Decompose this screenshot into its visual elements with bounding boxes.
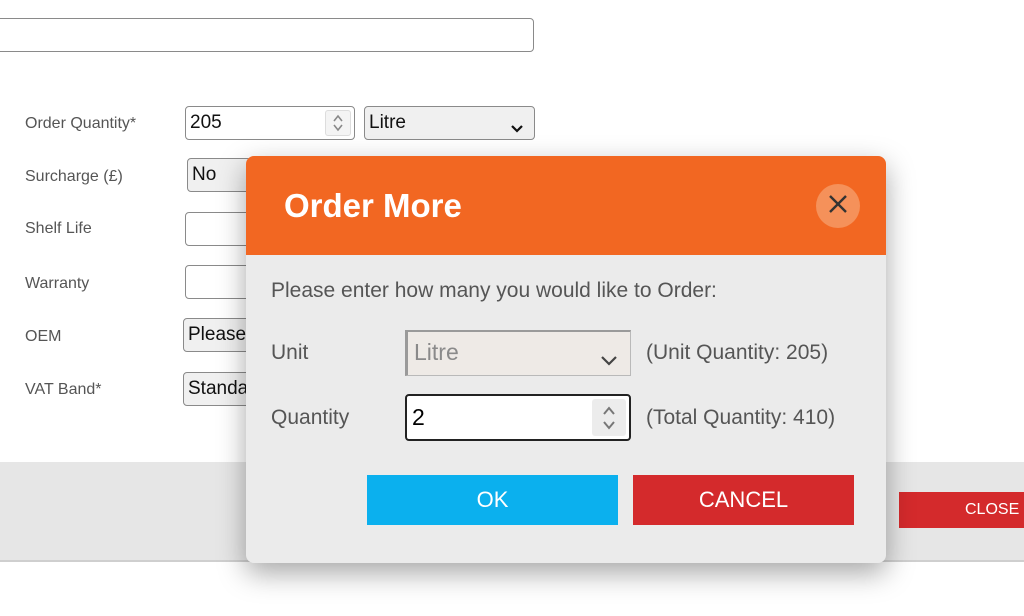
close-icon [827,193,849,220]
ok-button[interactable]: OK [367,475,618,525]
dialog-quantity-input[interactable]: 2 [405,394,631,441]
order-quantity-value: 205 [190,112,222,133]
order-more-dialog: Order More Please enter how many you wou… [246,156,886,563]
top-text-input[interactable] [0,18,534,52]
shelf-life-label: Shelf Life [25,220,92,237]
cancel-button[interactable]: CANCEL [633,475,854,525]
order-quantity-input[interactable]: 205 [185,106,355,140]
oem-value: Please [188,324,247,345]
dialog-prompt: Please enter how many you would like to … [271,279,717,302]
dialog-unit-label: Unit [271,341,309,364]
vat-band-value: Standa [188,378,249,399]
oem-label: OEM [25,328,62,345]
unit-quantity-info: (Unit Quantity: 205) [646,341,829,364]
spinner-arrows-icon[interactable] [592,399,626,436]
dialog-quantity-label: Quantity [271,406,350,429]
surcharge-value: No [192,164,217,185]
vat-band-label: VAT Band* [25,381,102,398]
surcharge-label: Surcharge (£) [25,168,123,185]
dialog-header: Order More [246,156,886,255]
total-quantity-info: (Total Quantity: 410) [646,406,836,429]
unit-select[interactable]: Litre [364,106,535,140]
chevron-down-icon [600,346,618,373]
dialog-quantity-value: 2 [412,404,425,430]
close-button[interactable]: CLOSE [899,492,1024,528]
warranty-label: Warranty [25,275,90,292]
unit-select-value: Litre [369,112,406,133]
dialog-close-button[interactable] [816,184,860,228]
dialog-unit-select: Litre [405,330,631,376]
order-quantity-label: Order Quantity* [25,115,137,132]
dialog-title: Order More [284,187,462,224]
spinner-arrows-icon[interactable] [325,110,351,136]
chevron-down-icon [510,118,524,139]
dialog-unit-value: Litre [414,339,459,365]
